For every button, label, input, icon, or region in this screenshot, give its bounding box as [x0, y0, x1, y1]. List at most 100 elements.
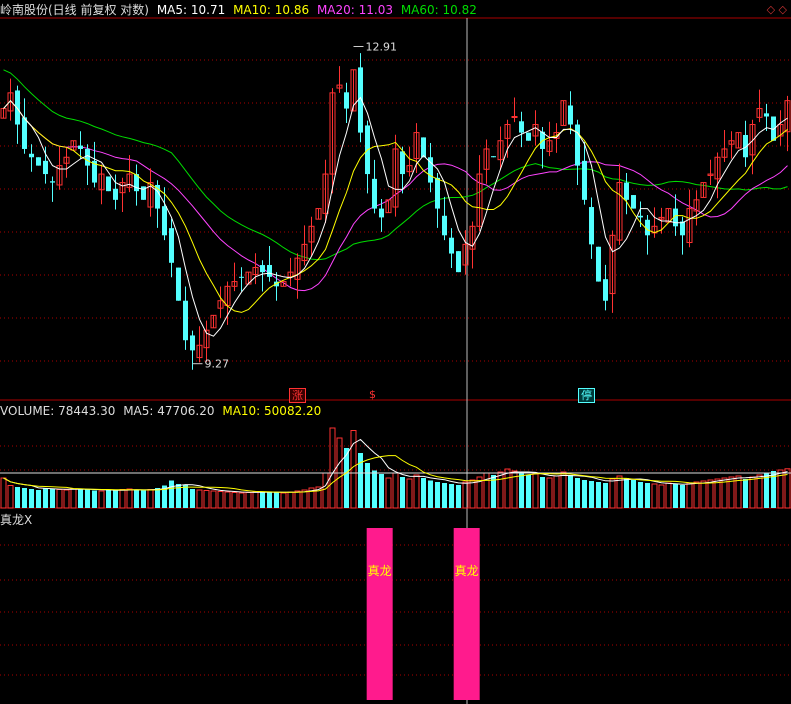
flag-suspend[interactable]: 停: [578, 388, 595, 403]
candle-body: [267, 264, 272, 277]
volume-bar: [372, 470, 377, 508]
volume-bar: [456, 485, 461, 508]
candle-body: [491, 156, 496, 158]
candle-body: [29, 153, 34, 158]
volume-bar: [665, 482, 672, 509]
volume-bar: [680, 485, 685, 508]
candle-body: [603, 279, 608, 301]
ma10-value: MA10: 10.86: [233, 3, 310, 17]
volume-bar: [673, 484, 678, 508]
volume-bar: [36, 490, 41, 508]
volume-bar: [631, 480, 636, 508]
candle-body: [50, 181, 55, 183]
candle-body: [442, 215, 447, 236]
ma5-line: [3, 96, 788, 337]
candle-body: [85, 148, 90, 166]
signal-label: 真龙: [455, 564, 479, 578]
volume-bar: [169, 480, 174, 508]
volume-bar: [379, 474, 384, 508]
candle-body: [400, 151, 405, 175]
candlesticks: [0, 53, 791, 370]
candle-body: [568, 105, 573, 125]
volume-bar: [651, 483, 658, 509]
volume-bar: [714, 478, 721, 509]
volume-bar: [141, 490, 146, 508]
candle-body: [106, 176, 111, 192]
volume-bar: [287, 491, 294, 509]
stock-chart[interactable]: 真龙 真龙 12.919.27: [0, 0, 791, 704]
flag-limit-up[interactable]: 涨: [289, 388, 306, 403]
high-price-label: 12.91: [366, 41, 398, 54]
volume-bar: [85, 489, 90, 508]
candle-body: [113, 188, 118, 200]
volume-bar: [203, 490, 210, 509]
candle-body: [582, 160, 587, 200]
candle-body: [526, 132, 531, 141]
volume-bars: [0, 427, 791, 509]
volume-header: VOLUME: 78443.30 MA5: 47706.20 MA10: 500…: [0, 403, 325, 419]
candle-body: [260, 265, 265, 273]
corner-diamond-icon[interactable]: ◇ ◇: [767, 3, 787, 16]
volume-bar: [421, 478, 426, 508]
candle-body: [449, 237, 454, 254]
volume-bar: [589, 481, 594, 508]
volume-bar: [526, 475, 531, 508]
candle-body: [169, 228, 174, 263]
volume-bar: [428, 480, 433, 508]
volume-bar: [280, 492, 287, 509]
candle-body: [344, 92, 349, 109]
volume-bar: [260, 491, 265, 508]
volume-bar: [413, 474, 420, 509]
volume-bar: [483, 472, 490, 509]
volume-bar: [106, 490, 111, 508]
volume-bar: [504, 468, 511, 509]
candle-body: [43, 160, 48, 175]
ma60-value: MA60: 10.82: [400, 3, 477, 17]
indicator-close-icon[interactable]: X: [24, 513, 32, 527]
volume-bar: [126, 488, 133, 509]
candle-body: [511, 116, 518, 119]
candle-body: [575, 124, 580, 166]
volume-bar: [329, 427, 336, 509]
main-chart-header: 岭南股份(日线 前复权 对数) MA5: 10.71 MA10: 10.86 M…: [0, 2, 481, 18]
volume-bar: [638, 482, 643, 508]
volume-bar: [274, 492, 279, 508]
indicator-name[interactable]: 真龙: [0, 513, 24, 527]
annotations: 12.91 9.27: [192, 41, 398, 371]
volume-bar: [70, 488, 77, 509]
volume-bar: [624, 478, 629, 508]
volume-bar: [756, 474, 763, 509]
volume-value: VOLUME: 78443.30: [0, 404, 116, 418]
volume-bar: [700, 480, 707, 509]
volume-bar: [98, 490, 105, 509]
candle-body: [36, 157, 41, 166]
candle-body: [15, 90, 20, 125]
flag-dollar[interactable]: $: [367, 388, 378, 401]
candle-body: [176, 267, 181, 301]
volume-bar: [385, 477, 392, 509]
volume-bar: [553, 475, 560, 509]
volume-bar: [392, 472, 399, 509]
volume-bar: [658, 484, 665, 509]
volume-bar: [645, 483, 650, 508]
low-price-label: 9.27: [205, 358, 230, 371]
candle-body: [764, 113, 769, 117]
candle-body: [239, 276, 244, 278]
candle-body: [183, 300, 188, 341]
volume-bar: [540, 477, 545, 508]
indicator-header: 真龙X: [0, 512, 36, 528]
candle-body: [519, 121, 524, 133]
stock-name[interactable]: 岭南股份(日线 前复权 对数): [0, 3, 149, 17]
volume-bar: [183, 485, 188, 508]
volume-bar: [231, 492, 238, 509]
volume-bar: [358, 453, 363, 508]
volume-bar: [7, 485, 14, 509]
volume-bar: [190, 489, 195, 508]
volume-bar: [603, 483, 608, 508]
volume-bar: [469, 479, 476, 509]
volume-bar: [245, 492, 252, 509]
volume-bar: [568, 475, 573, 508]
candle-body: [22, 117, 27, 149]
signal-bar: [366, 528, 393, 700]
volume-bar: [764, 473, 769, 508]
